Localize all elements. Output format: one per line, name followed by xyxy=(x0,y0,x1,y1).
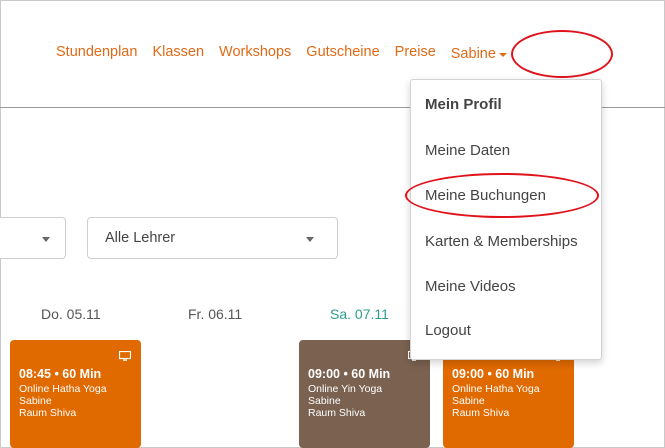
class-teacher: Sabine xyxy=(308,395,341,407)
nav-preise[interactable]: Preise xyxy=(395,44,436,64)
teacher-filter-select[interactable]: Alle Lehrer xyxy=(87,217,338,259)
class-time: 08:45 • 60 Min xyxy=(19,367,102,381)
monitor-icon xyxy=(119,351,131,361)
menu-item-karten-memberships[interactable]: Karten & Memberships xyxy=(425,233,578,250)
nav-stundenplan[interactable]: Stundenplan xyxy=(56,44,137,64)
class-title: Online Hatha Yoga xyxy=(19,383,107,395)
day-header: Do. 05.11 xyxy=(41,306,101,322)
menu-item-meine-daten[interactable]: Meine Daten xyxy=(425,142,510,159)
nav-gutscheine[interactable]: Gutscheine xyxy=(306,44,379,64)
class-room: Raum Shiva xyxy=(308,407,366,419)
caret-down-icon xyxy=(498,53,507,57)
chevron-down-icon xyxy=(306,237,314,242)
class-title: Online Yin Yoga xyxy=(308,383,383,395)
class-teacher: Sabine xyxy=(19,395,52,407)
user-menu-toggle[interactable]: Sabine xyxy=(451,44,507,64)
main-nav: Stundenplan Klassen Workshops Gutscheine… xyxy=(56,44,507,64)
menu-header-profile: Mein Profil xyxy=(425,96,502,113)
chevron-down-icon xyxy=(42,237,50,242)
menu-item-logout[interactable]: Logout xyxy=(425,322,471,339)
class-card[interactable]: 08:45 • 60 Min Online Hatha Yoga Sabine … xyxy=(10,340,141,448)
class-room: Raum Shiva xyxy=(452,407,510,419)
user-menu-highlight-ring xyxy=(511,30,613,78)
bookings-highlight-ring xyxy=(405,173,599,218)
user-name: Sabine xyxy=(450,46,496,62)
class-teacher: Sabine xyxy=(452,395,485,407)
nav-klassen[interactable]: Klassen xyxy=(152,44,204,64)
filter-select[interactable] xyxy=(0,217,66,259)
teacher-filter-value: Alle Lehrer xyxy=(105,230,176,246)
class-room: Raum Shiva xyxy=(19,407,77,419)
class-title: Online Hatha Yoga xyxy=(452,383,540,395)
class-time: 09:00 • 60 Min xyxy=(452,367,535,381)
user-dropdown-menu: Mein Profil Meine Daten Meine Buchungen … xyxy=(410,79,602,360)
menu-item-meine-videos[interactable]: Meine Videos xyxy=(425,278,516,295)
day-header-today: Sa. 07.11 xyxy=(330,306,389,322)
nav-workshops[interactable]: Workshops xyxy=(219,44,291,64)
class-time: 09:00 • 60 Min xyxy=(308,367,391,381)
day-header: Fr. 06.11 xyxy=(188,306,243,322)
